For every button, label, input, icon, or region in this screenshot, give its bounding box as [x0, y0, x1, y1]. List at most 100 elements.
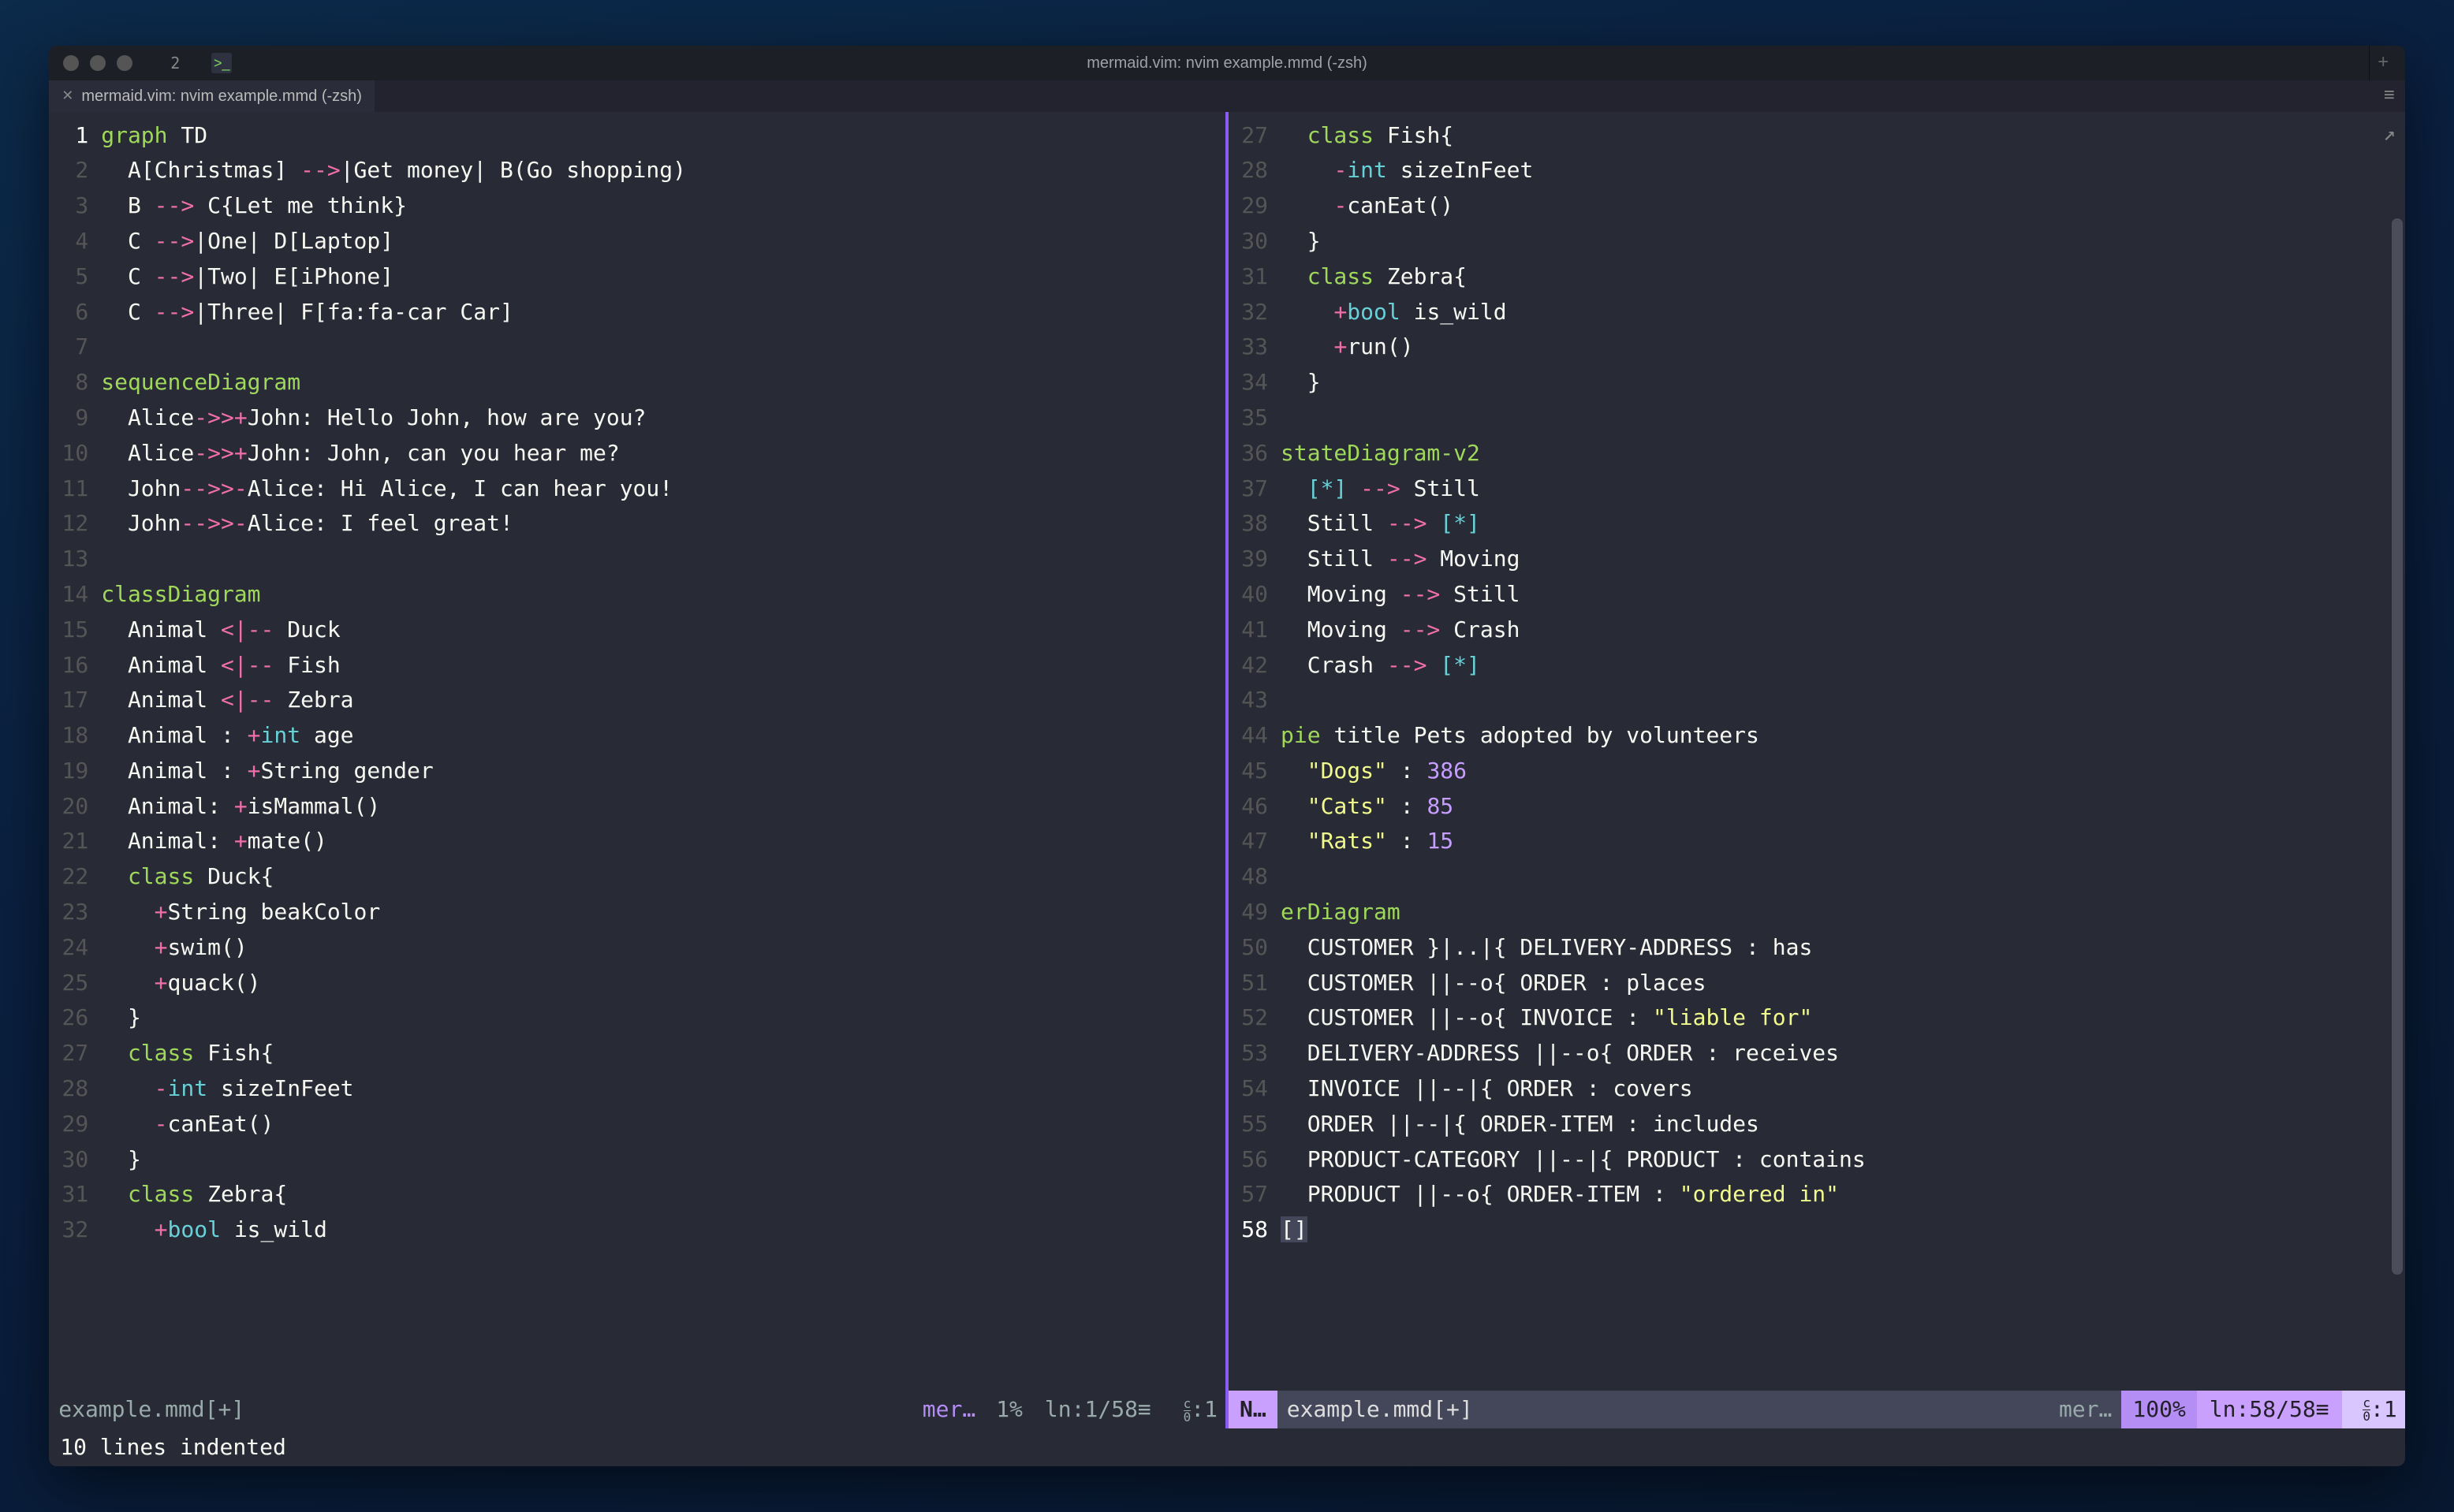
open-external-icon[interactable]: ↗	[2383, 118, 2396, 151]
code-line[interactable]: 18 Animal : +int age	[49, 718, 1225, 754]
line-number: 23	[49, 895, 101, 930]
code-line[interactable]: 26 }	[49, 1000, 1225, 1036]
code-line[interactable]: 55 ORDER ||--|{ ORDER-ITEM : includes	[1229, 1107, 2405, 1142]
code-line[interactable]: 51 CUSTOMER ||--o{ ORDER : places	[1229, 966, 2405, 1001]
command-line[interactable]: 10 lines indented	[49, 1428, 2405, 1466]
code-line[interactable]: 32 +bool is_wild	[1229, 295, 2405, 330]
line-content: +bool is_wild	[1281, 295, 1507, 330]
new-tab-button[interactable]: +	[2369, 46, 2397, 80]
scrollbar[interactable]	[2392, 118, 2403, 1376]
minimize-window-icon[interactable]	[90, 55, 106, 71]
code-line[interactable]: 53 DELIVERY-ADDRESS ||--o{ ORDER : recei…	[1229, 1036, 2405, 1071]
code-line[interactable]: 33 +run()	[1229, 330, 2405, 365]
line-number: 21	[49, 824, 101, 859]
code-line[interactable]: 41 Moving --> Crash	[1229, 613, 2405, 648]
code-line[interactable]: 25 +quack()	[49, 966, 1225, 1001]
line-content: John-->>-Alice: I feel great!	[101, 506, 513, 542]
code-line[interactable]: 52 CUSTOMER ||--o{ INVOICE : "liable for…	[1229, 1000, 2405, 1036]
code-line[interactable]: 15 Animal <|-- Duck	[49, 613, 1225, 648]
scrollbar-thumb[interactable]	[2392, 218, 2403, 1275]
line-content: stateDiagram-v2	[1281, 436, 1480, 471]
code-line[interactable]: 43	[1229, 683, 2405, 718]
left-pane[interactable]: 1graph TD2 A[Christmas] -->|Get money| B…	[49, 112, 1229, 1429]
code-line[interactable]: 28 -int sizeInFeet	[1229, 153, 2405, 188]
code-line[interactable]: 20 Animal: +isMammal()	[49, 789, 1225, 825]
code-line[interactable]: 23 +String beakColor	[49, 895, 1225, 930]
code-line[interactable]: 13	[49, 542, 1225, 577]
code-line[interactable]: 54 INVOICE ||--|{ ORDER : covers	[1229, 1071, 2405, 1107]
code-line[interactable]: 5 C -->|Two| E[iPhone]	[49, 259, 1225, 295]
hamburger-menu-icon[interactable]: ≡	[2374, 80, 2405, 112]
code-line[interactable]: 56 PRODUCT-CATEGORY ||--|{ PRODUCT : con…	[1229, 1142, 2405, 1178]
code-line[interactable]: 50 CUSTOMER }|..|{ DELIVERY-ADDRESS : ha…	[1229, 930, 2405, 966]
code-line[interactable]: 32 +bool is_wild	[49, 1212, 1225, 1248]
line-number: 17	[49, 683, 101, 718]
code-line[interactable]: 4 C -->|One| D[Laptop]	[49, 224, 1225, 259]
code-line[interactable]: 29 -canEat()	[49, 1107, 1225, 1142]
terminal-tab-icon[interactable]: >_	[211, 53, 232, 73]
line-content: +bool is_wild	[101, 1212, 327, 1248]
code-line[interactable]: 22 class Duck{	[49, 859, 1225, 895]
code-line[interactable]: 11 John-->>-Alice: Hi Alice, I can hear …	[49, 471, 1225, 507]
code-line[interactable]: 35	[1229, 400, 2405, 436]
session-tab[interactable]: ✕ mermaid.vim: nvim example.mmd (-zsh)	[49, 80, 375, 112]
code-line[interactable]: 46 "Cats" : 85	[1229, 789, 2405, 825]
code-line[interactable]: 42 Crash --> [*]	[1229, 648, 2405, 683]
code-line[interactable]: 9 Alice->>+John: Hello John, how are you…	[49, 400, 1225, 436]
code-line[interactable]: 49erDiagram	[1229, 895, 2405, 930]
code-line[interactable]: 10 Alice->>+John: John, can you hear me?	[49, 436, 1225, 471]
code-line[interactable]: 40 Moving --> Still	[1229, 577, 2405, 613]
right-code[interactable]: 27 class Fish{28 -int sizeInFeet29 -canE…	[1229, 112, 2405, 1391]
code-line[interactable]: 3 B --> C{Let me think}	[49, 188, 1225, 224]
code-line[interactable]: 31 class Zebra{	[49, 1177, 1225, 1212]
code-line[interactable]: 30 }	[49, 1142, 1225, 1178]
code-line[interactable]: 37 [*] --> Still	[1229, 471, 2405, 507]
line-content: +run()	[1281, 330, 1414, 365]
code-line[interactable]: 16 Animal <|-- Fish	[49, 648, 1225, 683]
line-number: 49	[1229, 895, 1281, 930]
code-line[interactable]: 30 }	[1229, 224, 2405, 259]
code-line[interactable]: 31 class Zebra{	[1229, 259, 2405, 295]
code-line[interactable]: 17 Animal <|-- Zebra	[49, 683, 1225, 718]
code-line[interactable]: 47 "Rats" : 15	[1229, 824, 2405, 859]
code-line[interactable]: 29 -canEat()	[1229, 188, 2405, 224]
code-line[interactable]: 58[]	[1229, 1212, 2405, 1248]
code-line[interactable]: 38 Still --> [*]	[1229, 506, 2405, 542]
status-mode: N…	[1229, 1391, 1277, 1428]
code-line[interactable]: 36stateDiagram-v2	[1229, 436, 2405, 471]
code-line[interactable]: 39 Still --> Moving	[1229, 542, 2405, 577]
line-number: 47	[1229, 824, 1281, 859]
code-line[interactable]: 27 class Fish{	[1229, 118, 2405, 154]
code-line[interactable]: 21 Animal: +mate()	[49, 824, 1225, 859]
close-window-icon[interactable]	[63, 55, 79, 71]
window-title: mermaid.vim: nvim example.mmd (-zsh)	[49, 50, 2405, 76]
line-number: 33	[1229, 330, 1281, 365]
right-pane[interactable]: ↗ 27 class Fish{28 -int sizeInFeet29 -ca…	[1229, 112, 2405, 1429]
close-tab-icon[interactable]: ✕	[62, 84, 73, 107]
code-line[interactable]: 14classDiagram	[49, 577, 1225, 613]
line-content: [*] --> Still	[1281, 471, 1480, 507]
code-line[interactable]: 45 "Dogs" : 386	[1229, 754, 2405, 789]
code-line[interactable]: 24 +swim()	[49, 930, 1225, 966]
code-line[interactable]: 57 PRODUCT ||--o{ ORDER-ITEM : "ordered …	[1229, 1177, 2405, 1212]
line-content: CUSTOMER ||--o{ INVOICE : "liable for"	[1281, 1000, 1812, 1036]
code-line[interactable]: 44pie title Pets adopted by volunteers	[1229, 718, 2405, 754]
code-line[interactable]: 27 class Fish{	[49, 1036, 1225, 1071]
code-line[interactable]: 7	[49, 330, 1225, 365]
code-line[interactable]: 28 -int sizeInFeet	[49, 1071, 1225, 1107]
code-line[interactable]: 34 }	[1229, 365, 2405, 400]
code-line[interactable]: 19 Animal : +String gender	[49, 754, 1225, 789]
code-line[interactable]: 12 John-->>-Alice: I feel great!	[49, 506, 1225, 542]
line-number: 27	[1229, 118, 1281, 154]
line-content: }	[101, 1142, 141, 1178]
left-code[interactable]: 1graph TD2 A[Christmas] -->|Get money| B…	[49, 112, 1225, 1391]
code-line[interactable]: 6 C -->|Three| F[fa:fa-car Car]	[49, 295, 1225, 330]
line-content: Animal: +mate()	[101, 824, 327, 859]
code-line[interactable]: 8sequenceDiagram	[49, 365, 1225, 400]
code-line[interactable]: 1graph TD	[49, 118, 1225, 154]
zoom-window-icon[interactable]	[117, 55, 132, 71]
code-line[interactable]: 48	[1229, 859, 2405, 895]
line-number: 13	[49, 542, 101, 577]
code-line[interactable]: 2 A[Christmas] -->|Get money| B(Go shopp…	[49, 153, 1225, 188]
line-content	[1281, 859, 1294, 895]
